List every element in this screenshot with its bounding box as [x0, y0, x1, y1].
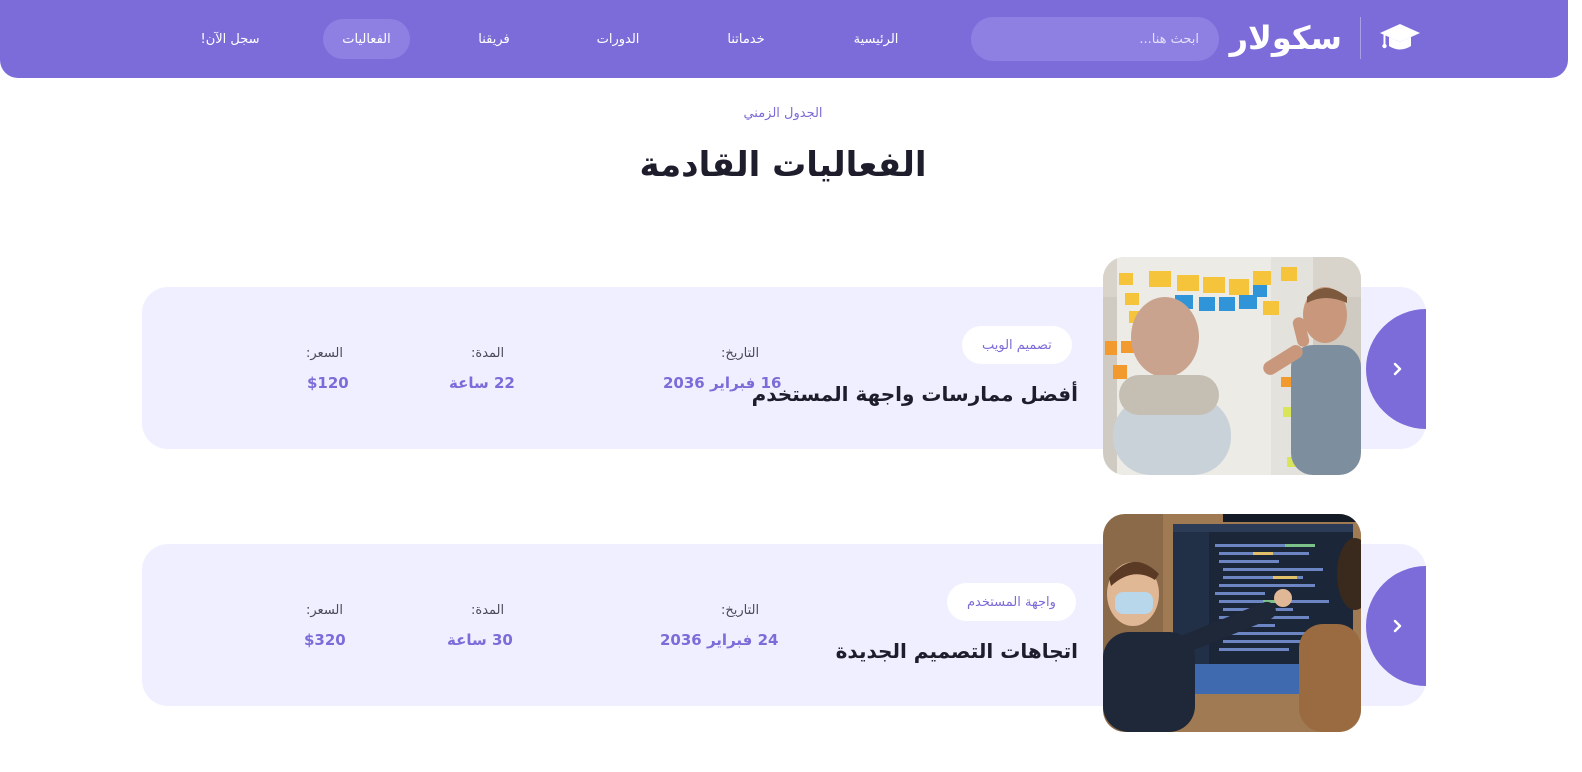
- graduation-cap-icon: [1380, 24, 1420, 50]
- event-photo: [1103, 257, 1361, 475]
- event-category-tag[interactable]: تصميم الويب: [962, 326, 1072, 364]
- site-header: سكولار الرئيسية خدماتنا الدورات فريقنا ا…: [0, 0, 1568, 78]
- event-photo-illustration: [1103, 257, 1361, 475]
- chevron-right-icon: [1393, 362, 1402, 376]
- event-price-value: $120: [307, 374, 349, 392]
- nav-item-courses[interactable]: الدورات: [580, 19, 656, 59]
- event-category-tag[interactable]: واجهة المستخدم: [947, 583, 1076, 621]
- event-price-label: السعر:: [306, 346, 343, 361]
- nav-item-register[interactable]: سجل الآن!: [190, 19, 270, 59]
- event-price-label: السعر:: [306, 603, 343, 618]
- event-duration-value: 22 ساعة: [449, 374, 515, 392]
- search-input[interactable]: [971, 17, 1219, 61]
- section-eyebrow: الجدول الزمني: [743, 106, 823, 121]
- nav-item-team[interactable]: فريقنا: [456, 19, 532, 59]
- event-price-value: $320: [304, 631, 346, 649]
- event-photo-illustration: [1103, 514, 1361, 732]
- logo-divider: [1360, 17, 1361, 59]
- event-duration-label: المدة:: [471, 346, 505, 361]
- event-date-label: التاريخ:: [721, 603, 760, 618]
- event-date-value: 16 فبراير 2036: [663, 374, 782, 392]
- chevron-right-icon: [1393, 619, 1402, 633]
- nav-item-events[interactable]: الفعاليات: [323, 19, 410, 59]
- event-title[interactable]: اتجاهات التصميم الجديدة: [758, 639, 1078, 663]
- event-duration-value: 30 ساعة: [447, 631, 513, 649]
- event-title[interactable]: أفضل ممارسات واجهة المستخدم: [752, 382, 1078, 406]
- nav-item-home[interactable]: الرئيسية: [838, 19, 914, 59]
- event-date-value: 24 فبراير 2036: [660, 631, 779, 649]
- brand-logo-text[interactable]: سكولار: [1230, 14, 1342, 62]
- event-date-label: التاريخ:: [721, 346, 760, 361]
- event-duration-label: المدة:: [471, 603, 505, 618]
- nav-item-services[interactable]: خدماتنا: [708, 19, 784, 59]
- section-title: الفعاليات القادمة: [639, 145, 927, 185]
- event-photo: [1103, 514, 1361, 732]
